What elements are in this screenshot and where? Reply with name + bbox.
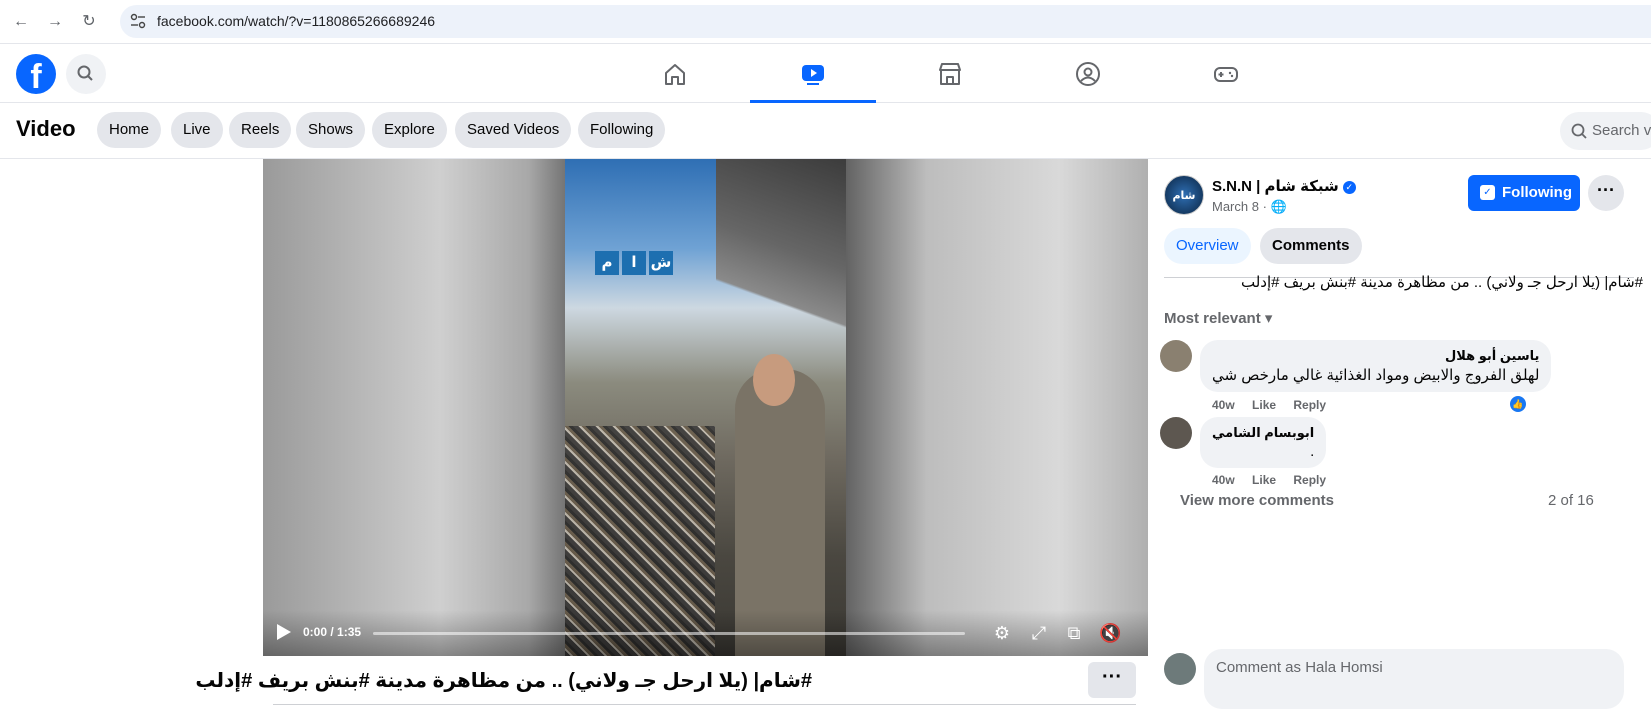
browser-toolbar: ← → ↻ facebook.com/watch/?v=118086526668… bbox=[0, 0, 1651, 44]
following-check-icon: ✓ bbox=[1480, 185, 1495, 200]
comment-actions: 40w Like Reply bbox=[1212, 473, 1340, 487]
pill-saved-videos[interactable]: Saved Videos bbox=[455, 112, 572, 148]
video-frame[interactable]: م ا ش bbox=[565, 159, 846, 656]
play-icon[interactable] bbox=[277, 624, 291, 640]
video-controls: 0:00 / 1:35 ⚙ ⤢ ⧉ 🔇 bbox=[263, 610, 1148, 656]
comment-bubble: ابوبسام الشامي . bbox=[1200, 417, 1327, 468]
video-player[interactable]: م ا ش 0:00 / 1:35 ⚙ ⤢ ⧉ 🔇 bbox=[263, 159, 1148, 656]
nav-groups[interactable] bbox=[1025, 45, 1151, 103]
pill-reels[interactable]: Reels bbox=[229, 112, 292, 148]
chevron-down-icon: ▾ bbox=[1264, 310, 1273, 327]
search-icon bbox=[77, 65, 93, 81]
post-more-button[interactable]: ··· bbox=[1588, 175, 1624, 211]
search-icon bbox=[1571, 123, 1587, 139]
following-label: Following bbox=[1502, 184, 1572, 201]
avatar[interactable] bbox=[1164, 653, 1196, 685]
address-bar[interactable]: facebook.com/watch/?v=1180865266689246 bbox=[120, 5, 1651, 38]
nav-gaming[interactable] bbox=[1163, 45, 1289, 103]
facebook-logo[interactable]: f bbox=[16, 54, 56, 94]
video-scene-speaker-head bbox=[753, 354, 795, 406]
url-text: facebook.com/watch/?v=1180865266689246 bbox=[157, 13, 436, 29]
video-caption: #شام| (يلا ارحل جـ ولاني) .. من مظاهرة م… bbox=[195, 670, 812, 692]
watermark-letter: ش bbox=[649, 251, 673, 275]
nav-home[interactable] bbox=[612, 45, 738, 103]
tab-overview[interactable]: Overview bbox=[1164, 228, 1251, 264]
globe-icon: 🌐 bbox=[1270, 199, 1287, 214]
comment-like-button[interactable]: Like bbox=[1252, 473, 1276, 487]
site-info-icon[interactable] bbox=[130, 13, 146, 29]
comment-count: 2 of 16 bbox=[1548, 492, 1594, 509]
comment-author[interactable]: ابوبسام الشامي bbox=[1212, 425, 1314, 441]
post-date-text[interactable]: March 8 · bbox=[1212, 199, 1267, 214]
caption-more-button[interactable]: ··· bbox=[1088, 662, 1136, 698]
view-more-comments-link[interactable]: View more comments bbox=[1180, 492, 1334, 509]
groups-icon bbox=[1076, 62, 1100, 86]
video-search-input[interactable]: Search vi bbox=[1560, 112, 1651, 150]
marketplace-icon bbox=[939, 63, 961, 85]
channel-watermark-logo: م ا ش bbox=[595, 251, 673, 275]
watermark-letter: م bbox=[595, 251, 619, 275]
post-panel: شام S.N.N | شبكة شام ✓ March 8 · 🌐 ✓ Foll… bbox=[1148, 159, 1651, 709]
comment-like-button[interactable]: Like bbox=[1252, 398, 1276, 412]
comment-text: . bbox=[1310, 443, 1315, 460]
like-reaction-icon[interactable]: 👍 bbox=[1510, 396, 1526, 412]
settings-icon[interactable]: ⚙ bbox=[991, 622, 1013, 644]
facebook-top-nav: f bbox=[0, 45, 1651, 103]
search-placeholder: Search vi bbox=[1592, 122, 1651, 139]
page-avatar[interactable]: شام bbox=[1164, 175, 1204, 215]
comment-sort-label: Most relevant bbox=[1164, 310, 1261, 327]
comment-composer: Comment as Hala Homsi bbox=[1164, 649, 1644, 709]
caption-divider bbox=[273, 704, 1136, 705]
comment-input-placeholder: Comment as Hala Homsi bbox=[1216, 659, 1383, 676]
video-caption-row: #شام| (يلا ارحل جـ ولاني) .. من مظاهرة م… bbox=[195, 660, 1148, 707]
post-date[interactable]: March 8 · 🌐 bbox=[1212, 199, 1287, 215]
home-icon bbox=[665, 64, 685, 85]
pill-explore[interactable]: Explore bbox=[372, 112, 447, 148]
comment-author[interactable]: ياسين أبو هلال bbox=[1212, 348, 1539, 364]
mute-icon[interactable]: 🔇 bbox=[1099, 622, 1121, 644]
comment-reply-button[interactable]: Reply bbox=[1293, 398, 1326, 412]
comment-reply-button[interactable]: Reply bbox=[1293, 473, 1326, 487]
comment-avatar[interactable] bbox=[1160, 340, 1192, 372]
page-title: Video bbox=[16, 116, 76, 141]
comment-avatar[interactable] bbox=[1160, 417, 1192, 449]
comment-bubble: ياسين أبو هلال لهلق الفروج والابيض ومواد… bbox=[1200, 340, 1552, 392]
nav-watch[interactable] bbox=[750, 45, 876, 103]
comment-input[interactable]: Comment as Hala Homsi bbox=[1204, 649, 1624, 709]
following-button[interactable]: ✓ Following bbox=[1468, 175, 1580, 211]
search-button[interactable] bbox=[66, 54, 106, 94]
video-progress-bar[interactable] bbox=[373, 632, 965, 635]
page-name-text[interactable]: S.N.N | شبكة شام bbox=[1212, 178, 1339, 195]
forward-icon[interactable]: → bbox=[44, 11, 66, 33]
post-text: #شام| (يلا ارحل جـ ولاني) .. من مظاهرة م… bbox=[1240, 274, 1643, 291]
pill-following[interactable]: Following bbox=[578, 112, 666, 148]
tab-comments[interactable]: Comments bbox=[1260, 228, 1362, 264]
gaming-icon bbox=[1214, 67, 1238, 82]
page-name[interactable]: S.N.N | شبكة شام ✓ bbox=[1212, 177, 1356, 195]
verified-badge-icon: ✓ bbox=[1342, 180, 1356, 194]
pill-home[interactable]: Home bbox=[97, 112, 162, 148]
reload-icon[interactable]: ↻ bbox=[78, 11, 100, 33]
comment-time[interactable]: 40w bbox=[1212, 398, 1235, 412]
picture-in-picture-icon[interactable]: ⧉ bbox=[1063, 622, 1085, 644]
pill-live[interactable]: Live bbox=[171, 112, 223, 148]
comment-actions: 40w Like Reply bbox=[1212, 398, 1340, 412]
nav-marketplace[interactable] bbox=[887, 45, 1013, 103]
video-time: 0:00 / 1:35 bbox=[303, 625, 362, 639]
pill-shows[interactable]: Shows bbox=[296, 112, 366, 148]
video-header: Video Home Live Reels Shows Explore Save… bbox=[0, 103, 1651, 159]
watch-icon bbox=[802, 65, 824, 85]
comment-time[interactable]: 40w bbox=[1212, 473, 1235, 487]
fullscreen-icon[interactable]: ⤢ bbox=[1028, 622, 1050, 644]
watermark-letter: ا bbox=[622, 251, 646, 275]
back-icon[interactable]: ← bbox=[10, 11, 32, 33]
comment-sort-dropdown[interactable]: Most relevant ▾ bbox=[1164, 309, 1272, 327]
comment-text: لهلق الفروج والابيض ومواد الغذائية غالي … bbox=[1212, 367, 1540, 384]
